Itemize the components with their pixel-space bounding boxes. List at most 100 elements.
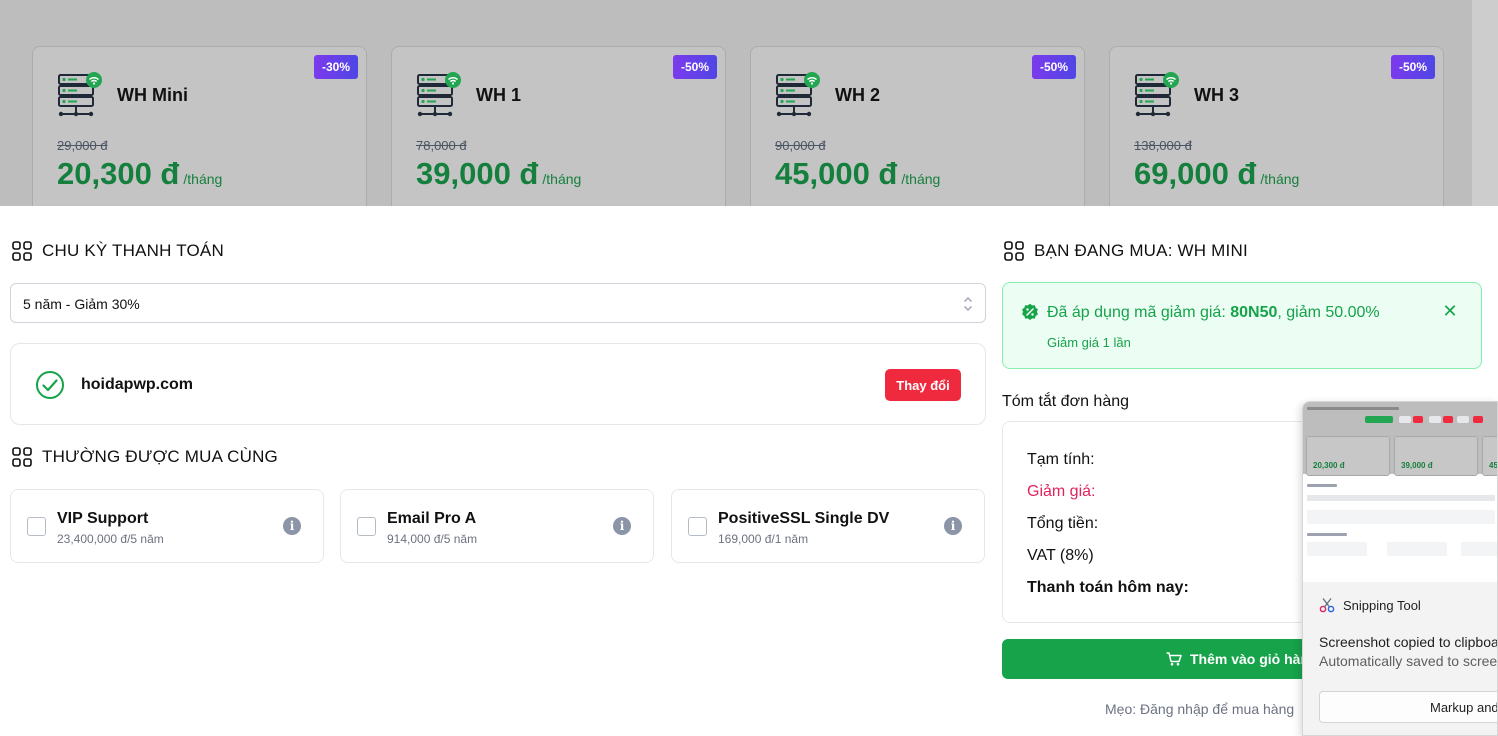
addon-card-positivessl[interactable]: PositiveSSL Single DV 169,000 đ/1 năm i: [671, 489, 985, 563]
plan-card-wh-2[interactable]: WH 2 -50% 90,000 đ 45,000 đ/tháng: [750, 46, 1085, 206]
domain-name: hoidapwp.com: [81, 376, 193, 393]
info-icon[interactable]: i: [613, 517, 631, 535]
discount-badge: -30%: [313, 55, 358, 79]
toast-app-header: Snipping Tool: [1319, 597, 1421, 613]
coupon-message: Đã áp dụng mã giảm giá: 80N50, giảm 50.0…: [1047, 304, 1380, 322]
grid-icon: [12, 447, 32, 467]
thumbnail-pill: [1473, 416, 1483, 423]
summary-subtotal-label: Tạm tính:: [1027, 451, 1095, 468]
addon-price: 23,400,000 đ/5 năm: [57, 532, 164, 546]
toast-sub-message: Automatically saved to screenshots folde…: [1319, 653, 1498, 669]
discount-badge: -50%: [1390, 55, 1435, 79]
plan-old-price: 138,000 đ: [1134, 138, 1192, 153]
close-icon[interactable]: ✕: [1441, 301, 1459, 321]
addons-title: THƯỜNG ĐƯỢC MUA CÙNG: [42, 447, 278, 466]
plan-price: 39,000 đ/tháng: [416, 156, 581, 192]
grid-icon: [1004, 241, 1024, 261]
addon-price: 169,000 đ/1 năm: [718, 532, 809, 546]
plan-old-price: 90,000 đ: [775, 138, 826, 153]
scissors-icon: [1319, 598, 1335, 613]
thumbnail-line: [1307, 407, 1399, 410]
summary-vat-label: VAT (8%): [1027, 547, 1094, 564]
thumbnail-line: [1387, 542, 1447, 556]
addon-checkbox[interactable]: [357, 517, 376, 536]
coupon-suffix: , giảm 50.00%: [1277, 304, 1380, 321]
plan-price-value: 20,300 đ: [57, 156, 180, 191]
plan-price-unit: /tháng: [901, 171, 941, 187]
thumbnail-pill: [1443, 416, 1453, 423]
scroll-gutter: [1472, 0, 1498, 206]
plan-price: 20,300 đ/tháng: [57, 156, 222, 192]
thumbnail-card: [1394, 436, 1478, 476]
plan-old-price: 78,000 đ: [416, 138, 467, 153]
billing-cycle-select[interactable]: 5 năm - Giảm 30%: [10, 283, 986, 323]
thumbnail-line: [1307, 484, 1337, 487]
server-wifi-icon: [58, 72, 102, 117]
add-to-cart-content: Thêm vào giỏ hàng: [1166, 651, 1318, 667]
server-wifi-icon: [417, 72, 461, 117]
addon-checkbox[interactable]: [688, 517, 707, 536]
plan-card-wh-1[interactable]: WH 1 -50% 78,000 đ 39,000 đ/tháng: [391, 46, 726, 206]
thumbnail-price: 45,0: [1489, 461, 1498, 470]
addon-checkbox[interactable]: [27, 517, 46, 536]
thumbnail-pill: [1399, 416, 1411, 423]
billing-cycle-title: CHU KỲ THANH TOÁN: [42, 241, 224, 260]
coupon-code: 80N50: [1230, 304, 1278, 321]
server-wifi-icon: [1135, 72, 1179, 117]
add-to-cart-label: Thêm vào giỏ hàng: [1190, 651, 1318, 667]
thumbnail-line: [1307, 542, 1367, 556]
thumbnail-price: 20,300 đ: [1313, 461, 1345, 470]
plan-card-wh-3[interactable]: WH 3 -50% 138,000 đ 69,000 đ/tháng: [1109, 46, 1444, 206]
thumbnail-pill: [1457, 416, 1469, 423]
plan-price: 45,000 đ/tháng: [775, 156, 940, 192]
plan-price-unit: /tháng: [542, 171, 582, 187]
select-chevron-icon: [964, 297, 972, 311]
thumbnail-line: [1307, 510, 1495, 524]
screenshot-thumbnail[interactable]: 20,300 đ 39,000 đ 45,0: [1303, 402, 1498, 582]
summary-discount-label: Giảm giá:: [1027, 483, 1096, 500]
info-icon[interactable]: i: [283, 517, 301, 535]
plan-name: WH 1: [476, 85, 521, 105]
discount-badge: -50%: [1031, 55, 1076, 79]
addon-price: 914,000 đ/5 năm: [387, 532, 478, 546]
addon-name: PositiveSSL Single DV: [718, 510, 890, 527]
plan-name: WH Mini: [117, 85, 188, 105]
change-domain-button[interactable]: Thay đổi: [885, 369, 961, 401]
addons-header: THƯỜNG ĐƯỢC MUA CÙNG: [12, 447, 278, 467]
plan-name: WH 2: [835, 85, 880, 105]
markup-and-share-button[interactable]: Markup and share: [1319, 691, 1497, 723]
addon-card-email-pro-a[interactable]: Email Pro A 914,000 đ/5 năm i: [340, 489, 654, 563]
billing-cycle-value: 5 năm - Giảm 30%: [23, 296, 140, 312]
snipping-tool-notification[interactable]: 20,300 đ 39,000 đ 45,0 Snipping Tool Scr…: [1302, 401, 1498, 736]
thumbnail-card: [1482, 436, 1497, 476]
summary-pay-today-label: Thanh toán hôm nay:: [1027, 579, 1189, 596]
summary-total-label: Tổng tiền:: [1027, 515, 1099, 532]
plan-price: 69,000 đ/tháng: [1134, 156, 1299, 192]
coupon-applied-banner: Đã áp dụng mã giảm giá: 80N50, giảm 50.0…: [1002, 282, 1482, 369]
plan-price-value: 45,000 đ: [775, 156, 898, 191]
order-title: BẠN ĐANG MUA: WH MINI: [1034, 241, 1248, 260]
order-summary-title: Tóm tắt đơn hàng: [1002, 393, 1130, 410]
thumbnail-card: [1306, 436, 1390, 476]
thumbnail-line: [1307, 495, 1495, 501]
server-wifi-icon: [776, 72, 820, 117]
toast-app-name: Snipping Tool: [1343, 597, 1421, 613]
plan-price-unit: /tháng: [1260, 171, 1300, 187]
info-icon[interactable]: i: [944, 517, 962, 535]
check-circle-icon: [36, 371, 64, 399]
billing-cycle-header: CHU KỲ THANH TOÁN: [12, 241, 224, 261]
discount-badge-icon: [1022, 303, 1038, 320]
addon-name: Email Pro A: [387, 510, 477, 527]
cart-icon: [1166, 652, 1182, 666]
plan-price-unit: /tháng: [183, 171, 223, 187]
coupon-prefix: Đã áp dụng mã giảm giá:: [1047, 304, 1231, 321]
plan-card-wh-mini[interactable]: WH Mini -30% 29,000 đ 20,300 đ/tháng: [32, 46, 367, 206]
addon-name: VIP Support: [57, 510, 149, 527]
addon-card-vip-support[interactable]: VIP Support 23,400,000 đ/5 năm i: [10, 489, 324, 563]
thumbnail-line: [1307, 533, 1347, 536]
login-tip: Mẹo: Đăng nhập để mua hàng: [1105, 701, 1295, 717]
grid-icon: [12, 241, 32, 261]
thumbnail-pill: [1413, 416, 1423, 423]
discount-badge: -50%: [672, 55, 717, 79]
thumbnail-pill: [1365, 416, 1393, 423]
